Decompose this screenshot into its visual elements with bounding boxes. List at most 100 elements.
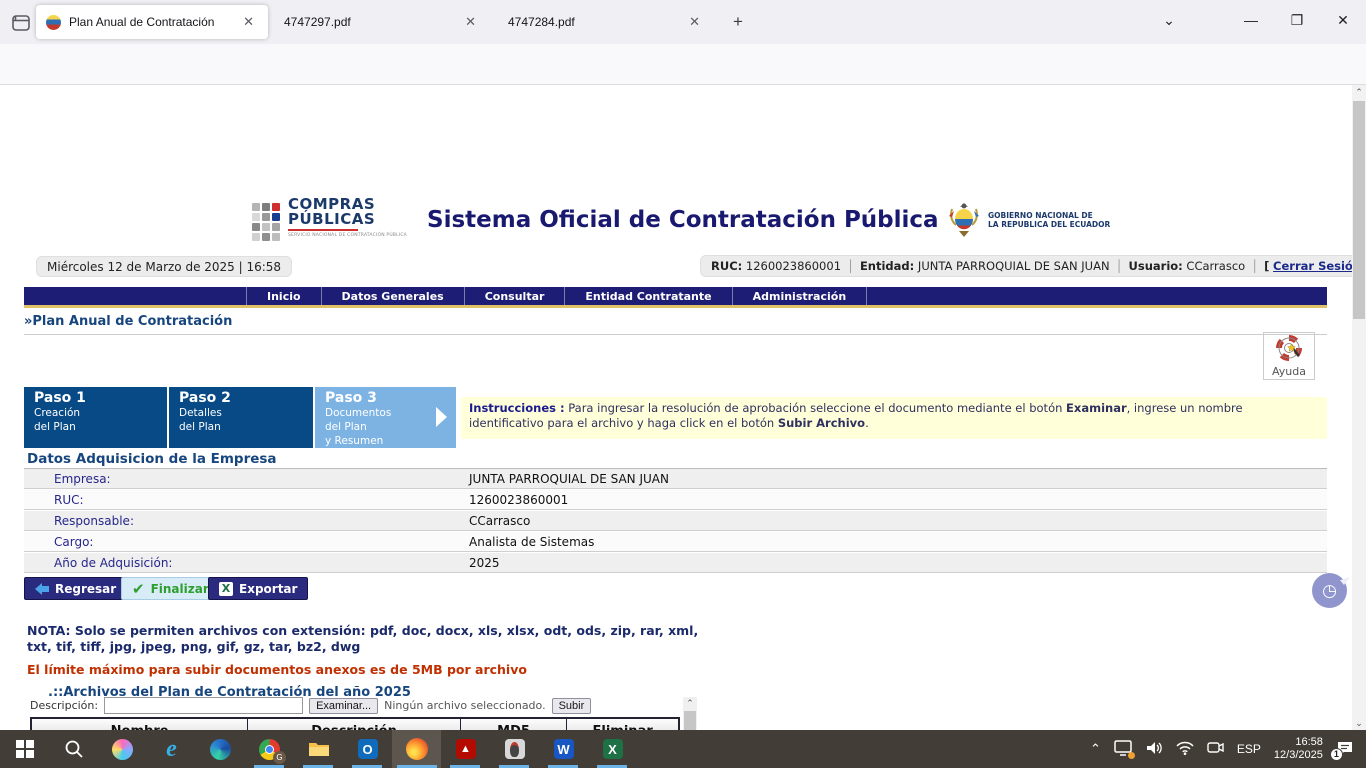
step-3-active: Paso 3 Documentos del Plan y Resumen (315, 387, 456, 448)
gobierno-logo: GOBIERNO NACIONAL DE LA REPUBLICA DEL EC… (946, 201, 1110, 239)
tab-close-icon[interactable]: ✕ (239, 12, 258, 32)
taskbar-word-icon[interactable]: W (539, 730, 588, 768)
ecuador-coat-of-arms-icon (946, 201, 982, 239)
date-time-box: Miércoles 12 de Marzo de 2025 | 16:58 (36, 256, 292, 277)
session-info-box: RUC: 1260023860001 │ Entidad: JUNTA PARR… (700, 255, 1352, 277)
usuario-value: CCarrasco (1186, 259, 1245, 273)
limite-text: El límite máximo para subir documentos a… (27, 662, 527, 677)
page-scrollbar[interactable]: ⌃ ⌄ (1352, 85, 1366, 730)
gov-line1: GOBIERNO NACIONAL DE (988, 211, 1110, 220)
taskbar-internet-explorer-icon[interactable]: e (147, 730, 196, 768)
upload-row: Descripción: Examinar... Ningún archivo … (30, 697, 591, 714)
start-button[interactable] (0, 730, 49, 768)
tray-notifications-icon[interactable]: 1 (1336, 740, 1354, 759)
step-2: Paso 2 Detalles del Plan (169, 387, 313, 448)
minimize-button[interactable]: — (1228, 0, 1274, 40)
webpage: COMPRAS PÚBLICAS SERVICIO NACIONAL DE CO… (0, 85, 1352, 730)
new-tab-button[interactable]: + (724, 8, 752, 36)
taskbar-outlook-icon[interactable]: O (343, 730, 392, 768)
files-table: Nombre Descripción MD5 Eliminar Resoluci… (30, 717, 680, 730)
notification-badge: 1 (1330, 748, 1343, 761)
files-header-row: Nombre Descripción MD5 Eliminar (31, 718, 679, 730)
entidad-label: Entidad: (860, 259, 914, 273)
restore-button[interactable]: ❐ (1274, 0, 1320, 40)
logo-line2: PÚBLICAS (288, 212, 407, 227)
tab-close-icon[interactable]: ✕ (461, 12, 480, 32)
tray-language[interactable]: ESP (1237, 742, 1261, 756)
logo-tagline: SERVICIO NACIONAL DE CONTRATACIÓN PÚBLIC… (288, 233, 407, 238)
taskbar-chrome-icon[interactable]: G (245, 730, 294, 768)
ayuda-label: Ayuda (1264, 365, 1314, 378)
close-button[interactable]: ✕ (1320, 0, 1366, 40)
system-tray: ⌃ ESP 16:58 12/3/2025 1 (1090, 730, 1354, 768)
firefox-view-icon[interactable] (8, 10, 34, 36)
datos-section-title: Datos Adquisicion de la Empresa (27, 451, 277, 467)
scroll-up-icon[interactable]: ⌃ (683, 697, 697, 711)
ruc-label: RUC: (711, 259, 742, 273)
tab-list-dropdown-icon[interactable]: ⌄ (1146, 0, 1192, 40)
menu-entidad-contratante[interactable]: Entidad Contratante (565, 287, 732, 305)
exportar-button[interactable]: X Exportar (208, 577, 308, 600)
taskbar-firefox-icon[interactable] (392, 730, 441, 768)
taskbar-acrobat-icon[interactable]: ▲ (441, 730, 490, 768)
subir-button[interactable]: Subir (552, 698, 592, 714)
step-1: Paso 1 Creación del Plan (24, 387, 167, 448)
menu-datos-generales[interactable]: Datos Generales (322, 287, 465, 305)
tray-volume-icon[interactable] (1145, 740, 1163, 759)
tab-title: Plan Anual de Contratación (69, 15, 231, 29)
taskbar-excel-icon[interactable]: X (588, 730, 637, 768)
gov-line2: LA REPUBLICA DEL ECUADOR (988, 220, 1110, 229)
tab-plan-anual[interactable]: Plan Anual de Contratación ✕ (36, 5, 268, 39)
excel-icon: X (219, 582, 233, 596)
taskbar-java-app-icon[interactable] (490, 730, 539, 768)
main-menu: Inicio Datos Generales Consultar Entidad… (24, 287, 1327, 305)
taskbar-file-explorer-icon[interactable] (294, 730, 343, 768)
usuario-label: Usuario: (1129, 259, 1183, 273)
compras-publicas-logo: COMPRAS PÚBLICAS SERVICIO NACIONAL DE CO… (252, 197, 407, 241)
check-icon: ✔ (132, 580, 145, 598)
tray-display-icon[interactable] (1114, 740, 1132, 759)
inner-scrollbar[interactable]: ⌃ ⌄ (683, 697, 697, 730)
taskbar-copilot-icon[interactable] (98, 730, 147, 768)
taskbar-search-icon[interactable] (49, 730, 98, 768)
taskbar-edge-icon[interactable] (196, 730, 245, 768)
menu-administracion[interactable]: Administración (733, 287, 868, 305)
site-favicon (46, 15, 61, 30)
no-file-text: Ningún archivo seleccionado. (384, 699, 545, 712)
tray-wifi-icon[interactable] (1176, 741, 1194, 758)
menu-inicio[interactable]: Inicio (246, 287, 322, 305)
step-arrow-icon (436, 407, 447, 427)
tab-pdf-4747297[interactable]: 4747297.pdf ✕ (274, 5, 490, 39)
back-arrow-icon (35, 583, 49, 595)
datos-row-ruc: RUC:1260023860001 (24, 490, 1327, 510)
ayuda-button[interactable]: Ayuda (1263, 332, 1315, 380)
finalizar-button[interactable]: ✔ Finalizar (121, 577, 220, 600)
examinar-button[interactable]: Examinar... (309, 698, 378, 714)
descripcion-input[interactable] (104, 697, 303, 714)
tray-meet-now-icon[interactable] (1207, 740, 1224, 758)
scroll-down-icon[interactable]: ⌄ (1352, 716, 1366, 730)
tab-pdf-4747284[interactable]: 4747284.pdf ✕ (498, 5, 714, 39)
page-title: Sistema Oficial de Contratación Pública (427, 207, 939, 233)
tab-bar: Plan Anual de Contratación ✕ 4747297.pdf… (0, 0, 1366, 44)
regresar-button[interactable]: Regresar (24, 577, 127, 600)
tray-chevron-icon[interactable]: ⌃ (1090, 741, 1101, 757)
page-speed-overlay-icon[interactable]: ◷ (1312, 573, 1347, 608)
menu-accent-line (24, 305, 1327, 308)
instructions-box: Instrucciones : Para ingresar la resoluc… (461, 397, 1327, 439)
datos-row-cargo: Cargo:Analista de Sistemas (24, 532, 1327, 552)
cerrar-sesion-link[interactable]: Cerrar Sesión (1273, 259, 1352, 273)
scroll-up-icon[interactable]: ⌃ (1352, 85, 1366, 99)
tray-clock[interactable]: 16:58 12/3/2025 (1274, 736, 1323, 762)
nota-text: NOTA: Solo se permiten archivos con exte… (27, 623, 717, 655)
menu-consultar[interactable]: Consultar (465, 287, 566, 305)
tab-title: 4747297.pdf (284, 15, 453, 29)
ruc-value: 1260023860001 (746, 259, 841, 273)
datos-row-responsable: Responsable:CCarrasco (24, 511, 1327, 531)
breadcrumb: »Plan Anual de Contratación (24, 314, 1327, 335)
entidad-value: JUNTA PARROQUIAL DE SAN JUAN (918, 259, 1110, 273)
browser-toolbar: ← → ⟳ https://www.compraspublicas.gob.ec… (0, 44, 1366, 85)
tab-close-icon[interactable]: ✕ (685, 12, 704, 32)
datos-row-anio: Año de Adquisición:2025 (24, 553, 1327, 573)
tab-title: 4747284.pdf (508, 15, 677, 29)
